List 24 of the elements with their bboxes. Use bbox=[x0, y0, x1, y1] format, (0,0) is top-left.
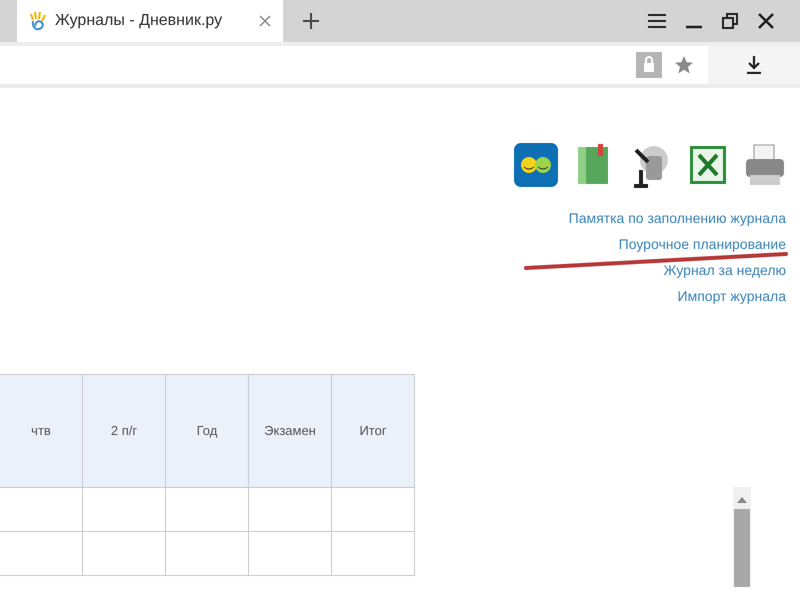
scrollbar[interactable] bbox=[733, 487, 751, 587]
column-header: Год bbox=[166, 375, 249, 488]
hand-logo-icon bbox=[29, 11, 47, 31]
lock-icon bbox=[636, 52, 662, 78]
download-icon[interactable] bbox=[746, 56, 762, 74]
star-icon[interactable] bbox=[674, 55, 694, 75]
new-tab-icon[interactable] bbox=[303, 13, 319, 29]
chat-faces-icon[interactable] bbox=[514, 143, 558, 187]
column-header: чтв bbox=[0, 375, 83, 488]
spreadsheet-icon[interactable] bbox=[690, 146, 726, 184]
printer-icon[interactable] bbox=[744, 143, 786, 187]
menu-icon[interactable] bbox=[648, 14, 666, 28]
journal-link[interactable]: Поурочное планирование bbox=[618, 234, 786, 254]
column-header: 2 п/г bbox=[83, 375, 166, 488]
close-icon[interactable] bbox=[758, 13, 774, 29]
restore-icon[interactable] bbox=[722, 13, 738, 29]
journal-link[interactable]: Памятка по заполнению журнала bbox=[568, 208, 786, 228]
scroll-up-icon[interactable] bbox=[737, 497, 747, 503]
column-header: Итог bbox=[332, 375, 415, 488]
journal-link[interactable]: Журнал за неделю bbox=[664, 260, 786, 280]
column-header: Экзамен bbox=[249, 375, 332, 488]
book-icon[interactable] bbox=[576, 144, 610, 186]
journal-link[interactable]: Импорт журнала bbox=[678, 286, 786, 306]
browser-tab[interactable]: Журналы - Дневник.ру bbox=[17, 0, 283, 42]
